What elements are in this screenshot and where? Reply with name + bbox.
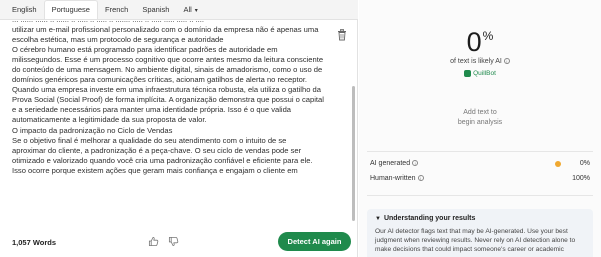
text-line: aproximar do cliente, a padronização é a… [12, 145, 302, 155]
tab-all-label: All [183, 5, 192, 14]
text-line: automaticamente a legitimidade da sua pr… [12, 115, 207, 125]
text-line: Quando uma empresa investe em uma infrae… [12, 85, 321, 95]
human-written-value: 100% [572, 175, 590, 182]
understanding-line: judgment when reviewing results. Never r… [375, 237, 576, 244]
likely-ai-label: of text is likely AI i [359, 58, 601, 65]
text-line: escolha estética, mas um protocolo de se… [12, 35, 224, 45]
add-text-line: begin analysis [457, 119, 503, 126]
ai-score-value: 0 [466, 27, 482, 57]
ai-generated-value: 0% [579, 160, 590, 167]
likely-ai-text: of text is likely AI [450, 58, 502, 65]
ai-generated-row: AI generated i 0% [370, 160, 590, 167]
text-line: do conteúdo de uma mensagem. No ambiente… [12, 65, 323, 75]
ai-score-unit: % [482, 29, 494, 43]
text-line: Se o objetivo final é melhorar a qualida… [12, 135, 287, 145]
detect-ai-button[interactable]: Detect AI again [278, 232, 351, 251]
text-line: otimizado e valorizado quando você cria … [12, 155, 313, 165]
thumbs-down-icon[interactable] [168, 236, 179, 247]
add-text-hint: Add text to begin analysis [359, 108, 601, 128]
info-icon[interactable]: i [412, 160, 419, 167]
tab-english[interactable]: English [5, 1, 44, 19]
editor-footer: 1,057 Words Detect AI again [0, 227, 358, 257]
chevron-down-icon: ▾ [194, 8, 198, 14]
understanding-results-section: ▼ Understanding your results Our AI detec… [367, 209, 593, 257]
chevron-down-icon: ▼ [375, 216, 381, 222]
ai-generated-label: AI generated [370, 160, 411, 167]
text-input-area[interactable]: ... ...... ...... .. ...... .. ..... .. … [12, 20, 338, 225]
ai-score: 0% [359, 27, 601, 58]
add-text-line: Add text to [463, 109, 497, 116]
understanding-line: make decisions that could impact someone… [375, 246, 564, 253]
text-line: e a seriedade necessários para manter um… [12, 105, 292, 115]
brand-name: QuillBot [473, 70, 496, 78]
text-line: Prova Social (Social Proof) de forma imp… [12, 95, 324, 105]
understanding-toggle[interactable]: ▼ Understanding your results [375, 215, 475, 222]
info-icon[interactable]: i [503, 58, 510, 65]
brand-badge: QuillBot [359, 70, 601, 77]
tab-spanish[interactable]: Spanish [135, 1, 176, 19]
divider [367, 151, 593, 152]
editor-scrollbar[interactable] [352, 86, 355, 221]
text-line: Isso ocorre porque existem ações que ger… [12, 165, 298, 175]
text-line: O impacto da padronização no Ciclo de Ve… [12, 125, 173, 135]
text-line: utilizar um e-mail profissional personal… [12, 25, 319, 35]
trash-icon[interactable] [337, 29, 347, 41]
tab-portuguese[interactable]: Portuguese [43, 0, 98, 19]
thumbs-up-icon[interactable] [148, 236, 159, 247]
ai-generated-dot [555, 161, 561, 167]
info-icon[interactable]: i [417, 175, 424, 182]
language-tab-bar: English Portuguese French Spanish All ▾ [0, 0, 358, 20]
results-panel: 0% of text is likely AI i QuillBot Add te… [359, 0, 601, 257]
human-written-row: Human-written i 100% [370, 175, 590, 182]
tab-all-dropdown[interactable]: All ▾ [176, 1, 204, 19]
text-line: milissegundos. Esse é um processo cognit… [12, 55, 324, 65]
human-written-label: Human-written [370, 175, 416, 182]
divider [367, 195, 593, 196]
understanding-body: Our AI detector flags text that may be A… [375, 227, 589, 254]
word-count: 1,057 Words [12, 238, 57, 247]
tab-french[interactable]: French [98, 1, 135, 19]
understanding-line: Our AI detector flags text that may be A… [375, 228, 568, 235]
understanding-title: Understanding your results [383, 215, 476, 222]
text-line: domínios genéricos para comunicações crí… [12, 75, 308, 85]
text-line: O cérebro humano está programado para id… [12, 45, 278, 55]
text-editor: ... ...... ...... .. ...... .. ..... .. … [0, 20, 358, 257]
quillbot-logo-icon [464, 70, 472, 77]
